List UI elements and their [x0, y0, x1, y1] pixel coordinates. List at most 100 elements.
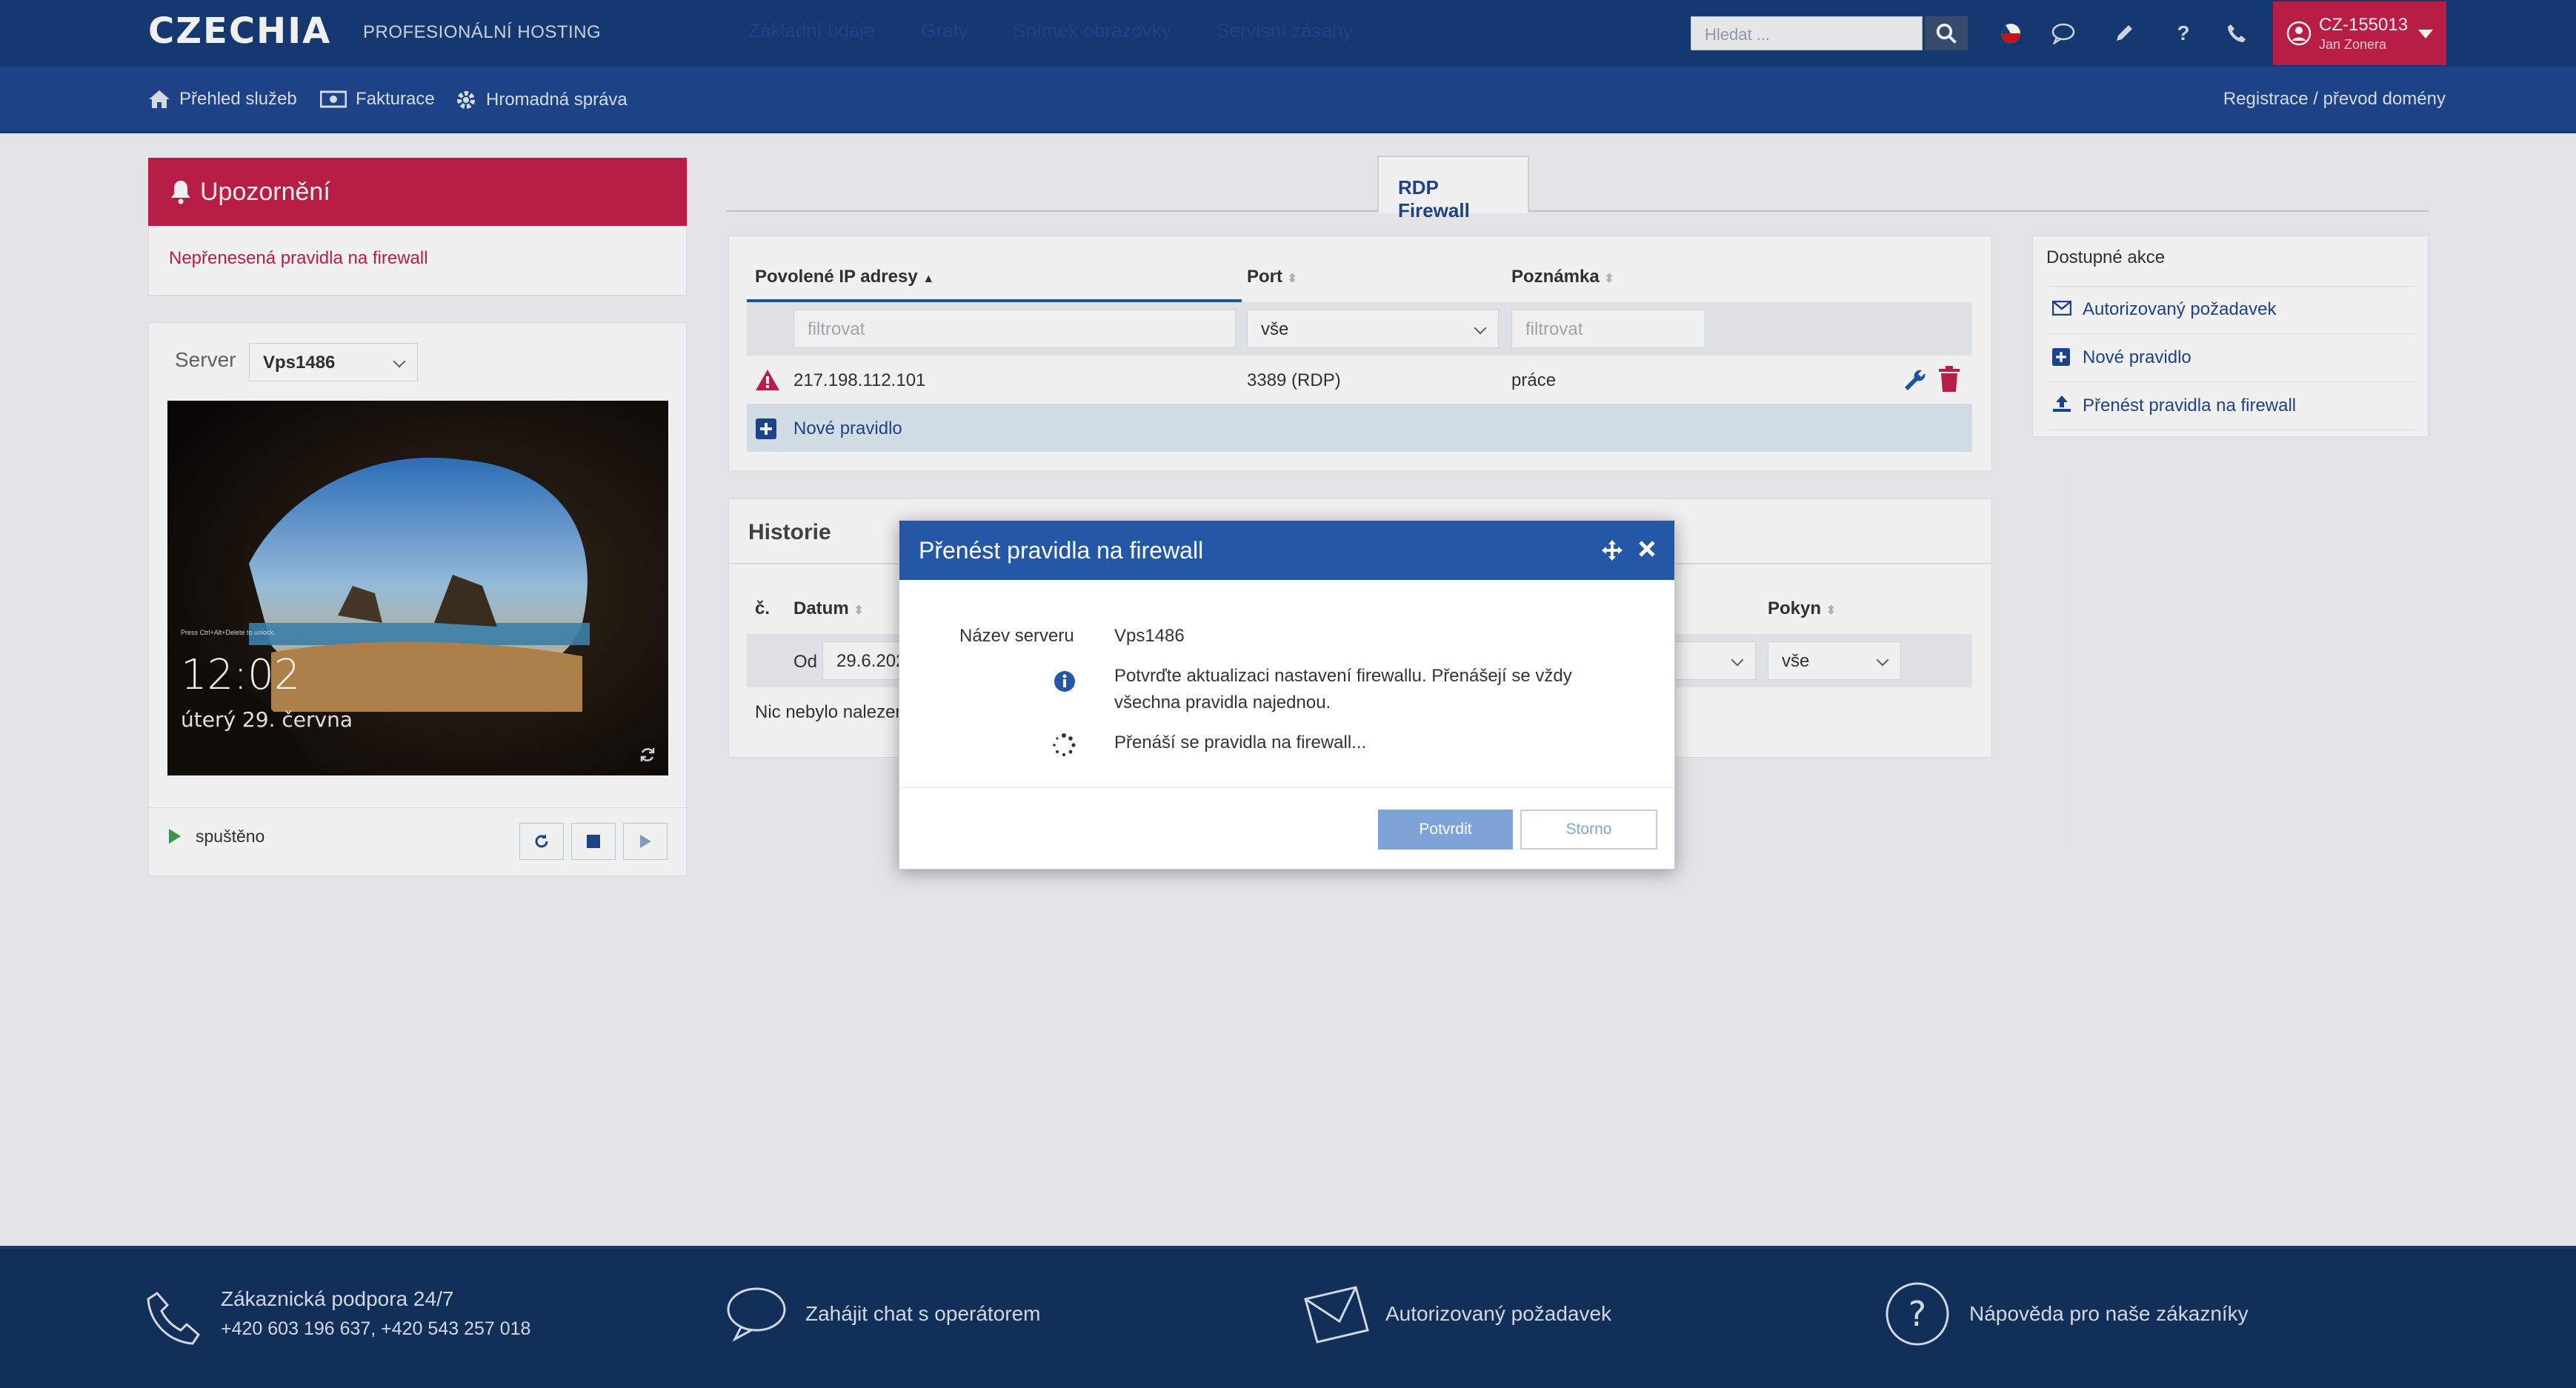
logo[interactable]: CZECHIA: [148, 10, 331, 52]
nav-item-services[interactable]: Přehled služeb: [148, 89, 297, 110]
search-button[interactable]: [1925, 16, 1968, 50]
ip-filter-input[interactable]: filtrovat: [793, 310, 1236, 348]
close-icon[interactable]: [1638, 540, 1656, 558]
action-new-rule[interactable]: Nové pravidlo: [2083, 347, 2191, 368]
screen-date: úterý 29. června: [181, 707, 353, 732]
footer-help-link[interactable]: Nápověda pro naše zákazníky: [1969, 1302, 2249, 1326]
server-screenshot[interactable]: Press Ctrl+Alt+Delete to unlock. 12:02 ú…: [167, 401, 668, 775]
command-filter-select[interactable]: vše: [1768, 641, 1901, 680]
flag-cz-icon[interactable]: [1998, 21, 2023, 46]
pencil-icon[interactable]: [2111, 21, 2137, 46]
start-button[interactable]: [623, 823, 668, 860]
column-header-note[interactable]: Poznámka ⬍: [1511, 267, 1614, 287]
nav-item-bulk-management[interactable]: Hromadná správa: [455, 89, 628, 111]
support-title: Zákaznická podpora 24/7: [221, 1287, 454, 1310]
port-filter-select[interactable]: vše: [1247, 310, 1499, 348]
tab-rdp-firewall[interactable]: RDP Firewall: [1377, 156, 1529, 221]
chat-icon[interactable]: [2051, 21, 2076, 46]
column-header-label: Poznámka: [1511, 267, 1600, 287]
nav-item-billing[interactable]: Fakturace: [320, 89, 435, 110]
nav-item-label: Hromadná správa: [486, 90, 628, 110]
tab-service[interactable]: Servisní zásahy: [1217, 0, 1353, 56]
bell-icon: [171, 181, 190, 204]
column-header-ip[interactable]: Povolené IP adresy ▲: [755, 267, 934, 287]
date-from-input[interactable]: 29.6.202: [822, 641, 911, 680]
trash-icon[interactable]: [1937, 366, 1961, 393]
tab-graphs[interactable]: Grafy: [921, 0, 968, 56]
user-icon: [2286, 21, 2312, 46]
chat-icon: [727, 1287, 786, 1342]
info-text-line-2: všechna pravidla najednou.: [1114, 693, 1331, 713]
action-transfer-rules[interactable]: Přenést pravidla na firewall: [2083, 396, 2296, 416]
help-icon: ?: [1886, 1282, 1949, 1346]
sort-icon: ⬍: [1826, 604, 1837, 617]
caret-down-icon: [2418, 30, 2433, 39]
footer-request-link[interactable]: Autorizovaný požadavek: [1385, 1302, 1611, 1326]
domain-registration-link[interactable]: Registrace / převod domény: [2223, 89, 2446, 110]
move-icon[interactable]: [1602, 540, 1623, 561]
info-icon: [1054, 671, 1075, 692]
from-label: Od: [793, 652, 818, 672]
user-id: CZ-155013: [2319, 15, 2409, 35]
column-header-label: Port: [1247, 267, 1282, 287]
refresh-screenshot-icon[interactable]: [639, 746, 656, 764]
gear-icon: [457, 91, 475, 109]
tab-basic-info[interactable]: Základní údaje: [748, 0, 875, 56]
nav-item-label: Přehled služeb: [179, 89, 297, 109]
divider: [2046, 333, 2417, 334]
column-header-date[interactable]: Datum ⬍: [793, 598, 864, 619]
column-header-command[interactable]: Pokyn ⬍: [1768, 598, 1836, 619]
column-header-label: Povolené IP adresy: [755, 267, 918, 287]
transfer-rules-dialog: Přenést pravidla na firewall Název serve…: [899, 520, 1675, 870]
stop-button[interactable]: [571, 823, 616, 860]
restart-button[interactable]: [519, 823, 564, 860]
nav-item-label: Fakturace: [356, 89, 435, 109]
footer-chat-link[interactable]: Zahájit chat s operátorem: [805, 1302, 1041, 1326]
user-name: Jan Zonera: [2319, 37, 2387, 52]
plus-square-icon: [756, 418, 776, 439]
phone-icon[interactable]: [2224, 21, 2249, 46]
stop-icon: [587, 835, 600, 848]
column-header-no: č.: [755, 598, 771, 618]
phone-icon: [147, 1292, 200, 1345]
dialog-header: Přenést pravidla na firewall: [899, 521, 1674, 580]
server-status: spuštěno: [196, 827, 265, 846]
warning-icon: [756, 370, 779, 390]
divider: [148, 807, 687, 808]
spinner-icon: [1053, 733, 1076, 757]
play-status-icon: [169, 829, 181, 844]
support-phones[interactable]: +420 603 196 637, +420 543 257 018: [221, 1318, 530, 1340]
search-input[interactable]: Hledat ...: [1691, 16, 1923, 50]
rule-note: práce: [1511, 370, 1557, 390]
dialog-footer-divider: [899, 787, 1674, 788]
cancel-button[interactable]: Storno: [1520, 810, 1657, 850]
new-rule-row[interactable]: [747, 404, 1972, 452]
progress-text: Přenáší se pravidla na firewall...: [1114, 733, 1367, 753]
alert-link[interactable]: Nepřenesená pravidla na firewall: [169, 248, 428, 269]
history-filter-select[interactable]: [1674, 641, 1756, 680]
search-icon: [1936, 23, 1957, 44]
plus-square-icon: [2052, 348, 2070, 366]
sort-icon: ⬍: [1604, 273, 1614, 285]
note-filter-input[interactable]: filtrovat: [1511, 310, 1705, 348]
new-rule-link[interactable]: Nové pravidlo: [793, 418, 902, 439]
column-header-label: Datum: [793, 598, 849, 618]
envelope-icon: [2052, 301, 2071, 316]
server-label: Server: [175, 348, 236, 371]
history-title: Historie: [748, 520, 831, 544]
confirm-button[interactable]: Potvrdit: [1378, 810, 1513, 850]
footer: Zákaznická podpora 24/7 +420 603 196 637…: [0, 1246, 2576, 1388]
server-select[interactable]: Vps1486: [249, 343, 418, 381]
actions-title: Dostupné akce: [2046, 247, 2166, 267]
logo-subtitle: PROFESIONÁLNÍ HOSTING: [363, 22, 602, 42]
help-icon[interactable]: ?: [2171, 21, 2196, 46]
action-authorized-request[interactable]: Autorizovaný požadavek: [2083, 299, 2277, 320]
column-header-port[interactable]: Port ⬍: [1247, 267, 1297, 287]
tab-screenshot[interactable]: Snímek obrazovky: [1013, 0, 1171, 56]
server-name-label: Název serveru: [959, 626, 1074, 646]
wrench-icon[interactable]: [1903, 367, 1928, 393]
money-icon: [320, 90, 347, 108]
info-text-line-1: Potvrďte aktualizaci nastavení firewallu…: [1114, 666, 1572, 686]
user-menu[interactable]: CZ-155013 Jan Zonera: [2273, 1, 2446, 65]
nav-bar: Přehled služeb Fakturace Hromadná správa…: [0, 67, 2576, 133]
